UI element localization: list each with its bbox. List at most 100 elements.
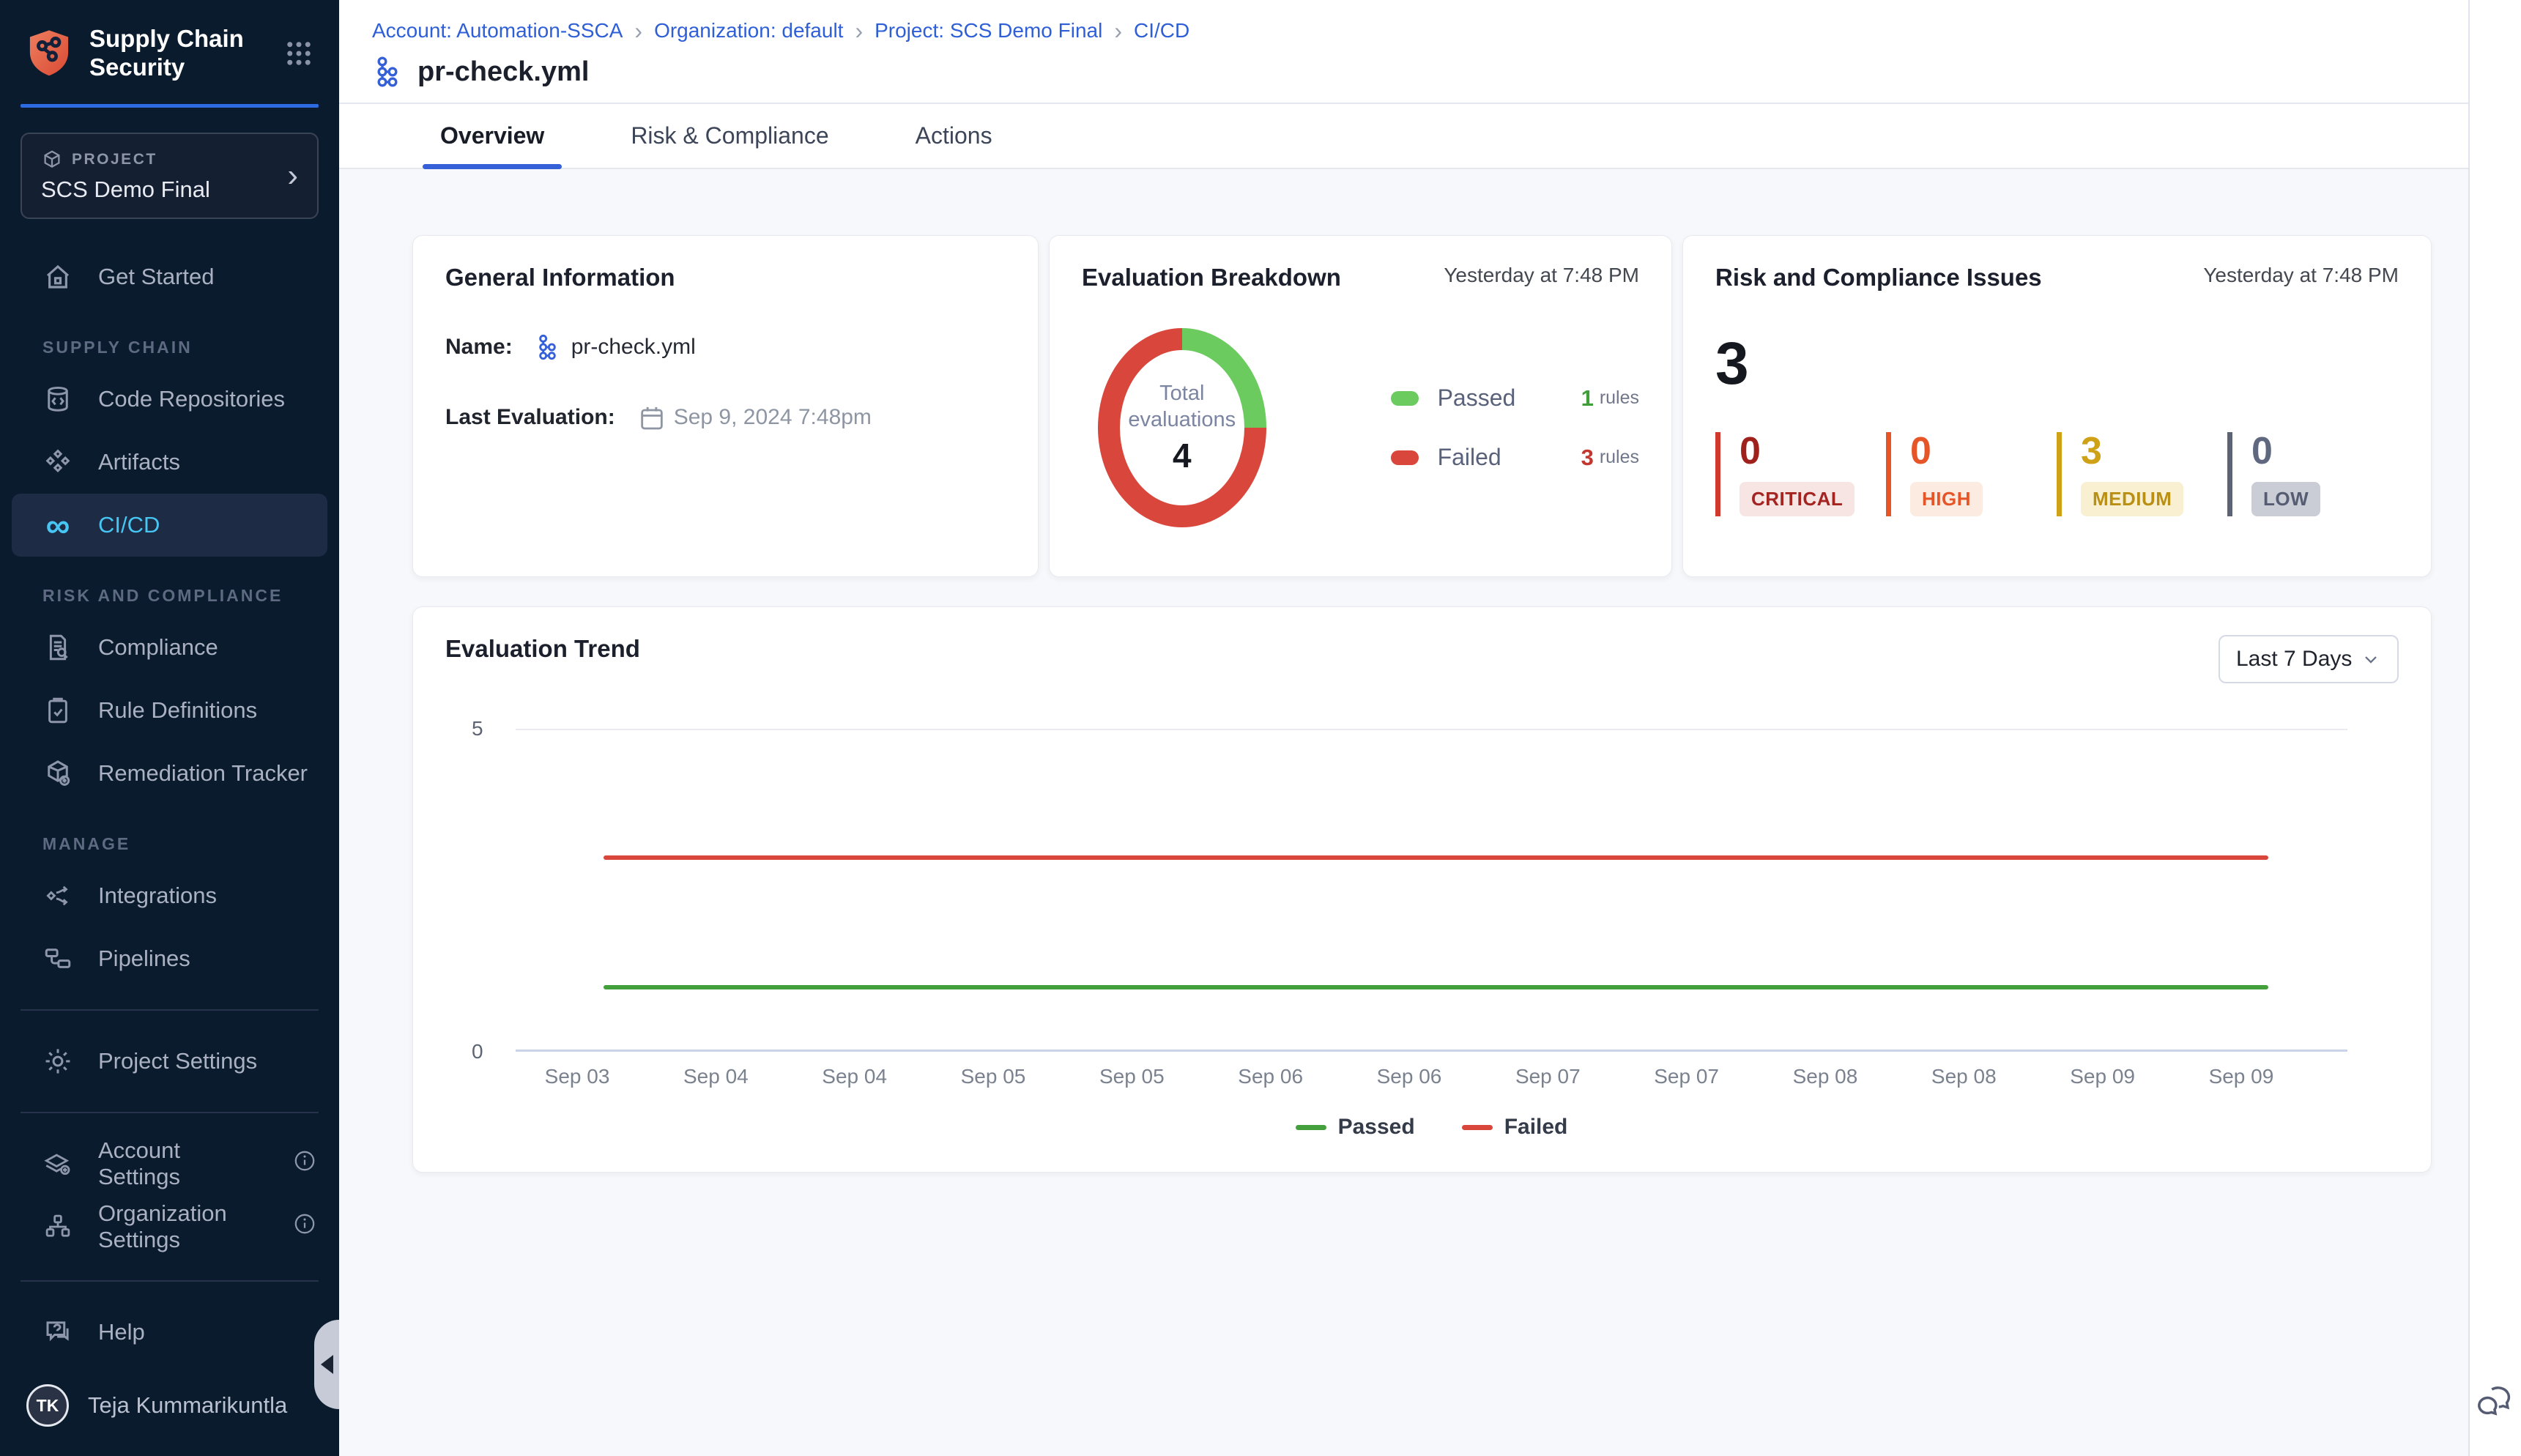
sidebar-item-integrations[interactable]: Integrations [0,864,339,927]
x-tick-label: Sep 04 [822,1065,887,1088]
x-tick-label: Sep 07 [1515,1065,1581,1088]
card-title: Evaluation Trend [445,635,640,663]
last-evaluation-value: Sep 9, 2024 7:48pm [674,405,872,430]
sidebar-item-account-settings[interactable]: Account Settings [0,1132,339,1195]
project-selector[interactable]: PROJECT SCS Demo Final › [21,133,319,219]
card-title: Risk and Compliance Issues [1715,264,2042,291]
sidebar-section-supply-chain: SUPPLY CHAIN [0,338,339,357]
page-header: Account: Automation-SSCA › Organization:… [339,0,2468,104]
sidebar-item-organization-settings[interactable]: Organization Settings [0,1195,339,1258]
severity-low: 0 LOW [2227,432,2398,516]
divider [21,1112,319,1113]
severity-high: 0 HIGH [1886,432,2057,516]
legend-failed: Failed [1462,1115,1568,1140]
sidebar-item-project-settings[interactable]: Project Settings [0,1030,339,1093]
sidebar-item-cicd[interactable]: ∞ CI/CD [12,494,327,557]
severity-badge: CRITICAL [1740,482,1854,516]
sidebar-section-manage: MANAGE [0,834,339,854]
x-tick-label: Sep 07 [1654,1065,1719,1088]
avatar: TK [26,1384,69,1427]
name-row: Name: pr-check.yml [445,333,1006,362]
y-axis-max: 5 [472,717,483,740]
donut-total: 4 [1173,436,1192,475]
passed-swatch [1296,1125,1326,1130]
x-axis [516,1050,2347,1052]
passed-count: 1 [1581,385,1594,412]
trend-chart: 5 0 Sep 03Sep 04Sep 04Sep 05Sep 05Sep 06… [516,729,2347,1052]
legend-passed: Passed [1296,1115,1415,1140]
breadcrumb-project[interactable]: Project: SCS Demo Final [875,19,1102,42]
tab-overview[interactable]: Overview [423,104,562,168]
card-title: Evaluation Breakdown [1082,264,1341,291]
shield-logo [25,26,73,81]
home-icon [42,261,73,292]
cube-icon [41,149,63,171]
severity-medium: 3 MEDIUM [2057,432,2227,516]
info-icon[interactable] [292,1148,317,1179]
legend-failed: Failed 3 rules [1391,444,1639,471]
failed-line [604,855,2268,860]
card-title: General Information [445,264,1006,291]
sidebar-item-rule-definitions[interactable]: Rule Definitions [0,679,339,742]
tab-actions[interactable]: Actions [898,104,1010,168]
x-tick-label: Sep 08 [1793,1065,1858,1088]
x-tick-label: Sep 06 [1238,1065,1303,1088]
sidebar-item-artifacts[interactable]: Artifacts [0,431,339,494]
passed-line [604,985,2268,989]
project-label: PROJECT [72,151,157,168]
chevron-right-icon: › [1114,19,1122,42]
main-area: Account: Automation-SSCA › Organization:… [339,0,2468,1456]
module-grid-icon[interactable] [283,38,314,69]
sidebar-item-pipelines[interactable]: Pipelines [0,927,339,990]
pipeline-file-icon [535,333,564,362]
content: General Information Name: pr-check.yml L… [339,169,2468,1173]
x-axis-labels: Sep 03Sep 04Sep 04Sep 05Sep 05Sep 06Sep … [516,1065,2347,1094]
help-chat-icon [42,1317,73,1348]
risk-compliance-issues-card: Risk and Compliance Issues Yesterday at … [1682,235,2432,577]
evaluation-donut: Total evaluations 4 [1098,328,1266,527]
x-tick-label: Sep 08 [1931,1065,1997,1088]
sidebar-header: Supply Chain Security [0,0,339,101]
tab-risk-compliance[interactable]: Risk & Compliance [613,104,846,168]
info-icon[interactable] [292,1211,317,1242]
share-icon [42,880,73,911]
infinity-icon: ∞ [42,508,73,542]
failed-count: 3 [1581,445,1594,471]
sidebar-item-remediation-tracker[interactable]: Remediation Tracker [0,742,339,805]
x-tick-label: Sep 06 [1377,1065,1442,1088]
pipeline-file-icon [372,54,407,89]
last-evaluation-row: Last Evaluation: Sep 9, 2024 7:48pm [445,403,1006,432]
breadcrumb-cicd[interactable]: CI/CD [1134,19,1189,42]
severity-badge: MEDIUM [2081,482,2183,516]
sidebar-collapse-handle[interactable] [314,1320,339,1409]
user-menu[interactable]: TK Teja Kummarikuntla [0,1364,339,1434]
passed-swatch [1391,391,1419,406]
trend-legend: Passed Failed [516,1115,2347,1140]
sidebar-item-code-repositories[interactable]: Code Repositories [0,368,339,431]
chevron-down-icon [2361,649,2381,669]
project-name: SCS Demo Final [41,177,298,203]
severity-row: 0 CRITICAL 0 HIGH 3 MEDIUM 0 [1715,432,2399,516]
breadcrumb-organization[interactable]: Organization: default [654,19,843,42]
severity-critical: 0 CRITICAL [1715,432,1886,516]
chevron-right-icon: › [634,19,642,42]
failed-swatch [1391,450,1419,465]
chat-bubbles-icon[interactable] [2476,1381,2514,1422]
sidebar-item-help[interactable]: Help [0,1301,339,1364]
sidebar-item-compliance[interactable]: Compliance [0,616,339,679]
divider [21,104,319,108]
right-rail [2468,0,2521,1456]
breadcrumb-account[interactable]: Account: Automation-SSCA [372,19,623,42]
clipboard-check-icon [42,695,73,726]
sidebar-nav: Get Started SUPPLY CHAIN Code Repositori… [0,245,339,1456]
evaluation-trend-card: Evaluation Trend Last 7 Days 5 0 Sep 03S… [412,606,2432,1173]
breadcrumb: Account: Automation-SSCA › Organization:… [372,19,2439,42]
calendar-icon [637,403,667,432]
total-issues-count: 3 [1715,334,2399,394]
chevron-right-icon: › [287,160,298,192]
sidebar-item-get-started[interactable]: Get Started [0,245,339,308]
compliance-doc-icon [42,632,73,663]
date-range-select[interactable]: Last 7 Days [2219,635,2399,683]
x-tick-label: Sep 05 [1099,1065,1165,1088]
x-tick-label: Sep 09 [2070,1065,2135,1088]
